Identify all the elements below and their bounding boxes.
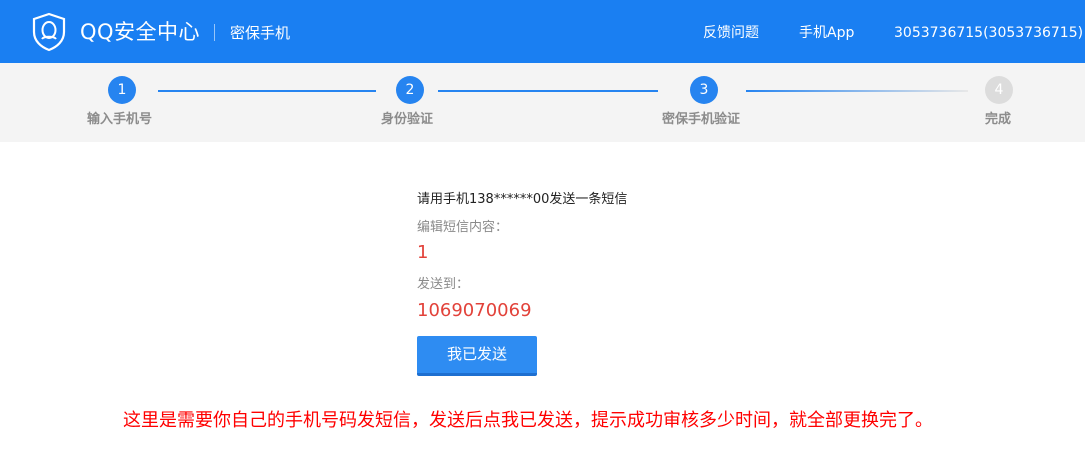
red-annotation-note: 这里是需要你自己的手机号码发短信，发送后点我已发送，提示成功审核多少时间，就全部… <box>123 410 933 431</box>
step-2-indicator: 2 <box>396 76 424 104</box>
sms-content-label: 编辑短信内容： <box>417 220 509 235</box>
step-3-label: 密保手机验证 <box>662 112 741 127</box>
sms-instruction: 请用手机138******00发送一条短信 <box>417 192 628 207</box>
step-2-label: 身份验证 <box>381 112 434 127</box>
brand-title: QQ安全中心 <box>80 20 201 44</box>
progress-stepper: 1 输入手机号 2 身份验证 3 密保手机验证 4 完成 <box>0 63 1085 142</box>
step-4-label: 完成 <box>985 112 1012 127</box>
sms-content-value: 1 <box>417 242 429 263</box>
top-header: QQ安全中心 密保手机 反馈问题 手机App 3053736715(305373… <box>0 0 1085 63</box>
step-4-indicator: 4 <box>985 76 1013 104</box>
i-have-sent-button[interactable]: 我已发送 <box>417 336 537 376</box>
step-3-indicator: 3 <box>690 76 718 104</box>
page-subtitle: 密保手机 <box>230 24 291 42</box>
step-connector-1 <box>158 90 376 92</box>
step-1-label: 输入手机号 <box>87 112 153 127</box>
step-connector-2 <box>438 90 658 92</box>
send-to-label: 发送到： <box>417 277 470 292</box>
feedback-link[interactable]: 反馈问题 <box>703 22 759 44</box>
header-divider <box>214 24 215 41</box>
send-to-number: 1069070069 <box>417 300 532 321</box>
step-connector-3 <box>746 90 968 92</box>
step-1-indicator: 1 <box>108 76 136 104</box>
mobile-app-link[interactable]: 手机App <box>799 22 854 44</box>
account-link[interactable]: 3053736715(3053736715) <box>894 22 1083 44</box>
qq-shield-icon <box>32 12 66 52</box>
